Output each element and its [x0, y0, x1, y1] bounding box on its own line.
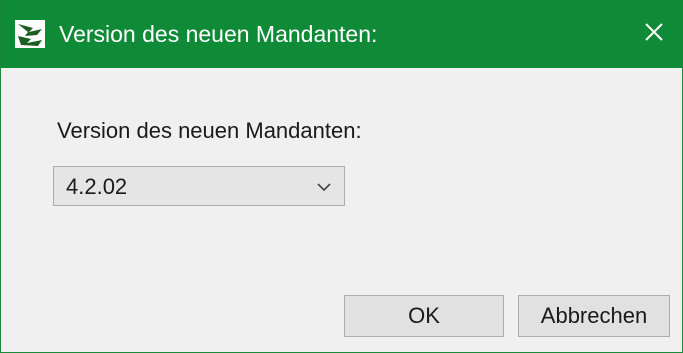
- dialog-window: Version des neuen Mandanten: Version des…: [0, 0, 683, 353]
- chevron-down-icon[interactable]: [316, 180, 332, 192]
- cancel-button[interactable]: Abbrechen: [518, 295, 670, 337]
- version-select-value: 4.2.02: [66, 174, 128, 199]
- close-button[interactable]: [624, 0, 683, 68]
- app-logo-icon: [15, 20, 45, 48]
- version-select[interactable]: 4.2.02: [53, 166, 345, 206]
- title-bar[interactable]: Version des neuen Mandanten:: [1, 0, 683, 68]
- window-title: Version des neuen Mandanten:: [59, 21, 378, 47]
- version-label: Version des neuen Mandanten:: [57, 118, 362, 143]
- close-icon: [644, 22, 664, 47]
- ok-button[interactable]: OK: [344, 295, 504, 337]
